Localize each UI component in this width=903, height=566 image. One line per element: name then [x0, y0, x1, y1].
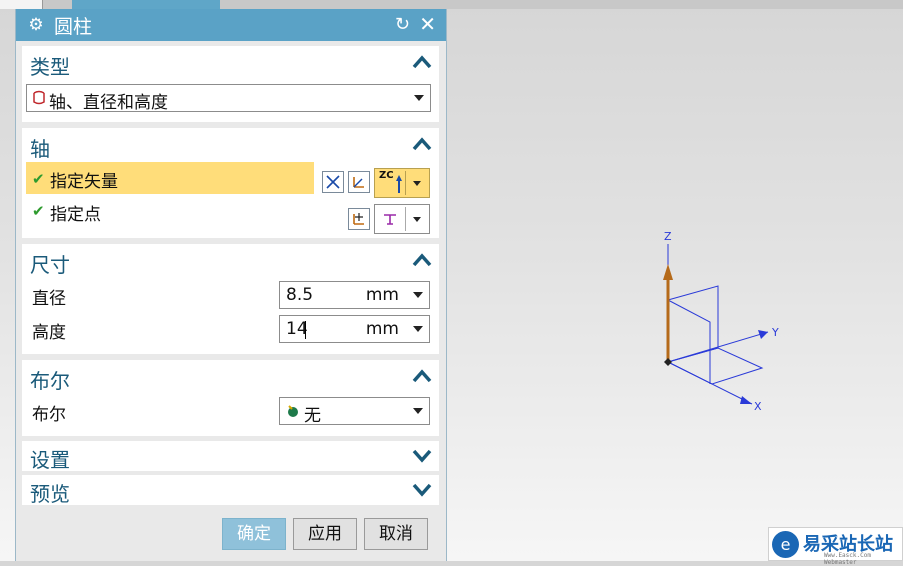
chevron-down-icon — [413, 217, 421, 222]
top-toolbar-strip — [0, 0, 903, 9]
close-icon[interactable]: ✕ — [419, 12, 436, 36]
xy-plane-outline — [666, 347, 764, 385]
point-dialog-button[interactable] — [348, 208, 370, 230]
ok-button[interactable]: 确定 — [222, 518, 286, 550]
boolean-label: 布尔 — [32, 405, 66, 425]
section-axis: 轴 ✔ 指定矢量 ZC ✔ 指定点 — [22, 128, 439, 238]
vector-arrow-icon[interactable] — [663, 264, 673, 280]
x-axis-label: X — [754, 400, 762, 413]
chevron-down-icon — [414, 95, 424, 101]
site-logo-icon: e — [772, 531, 799, 558]
section-boolean-header[interactable]: 布尔 — [22, 360, 439, 394]
section-settings[interactable]: 设置 — [22, 441, 439, 472]
section-type-header[interactable]: 类型 — [22, 46, 439, 80]
vector-type-label: ZC — [379, 170, 394, 181]
specify-vector-label: 指定矢量 — [50, 172, 118, 192]
specify-vector-row[interactable]: ✔ 指定矢量 — [26, 162, 314, 194]
diameter-value: 8.5 — [286, 285, 314, 305]
boolean-row: 布尔 无 — [22, 394, 439, 428]
watermark: e 易采站长站 Www.Easck.Com Webmaster — [768, 527, 903, 566]
dropdown-divider — [405, 171, 406, 195]
section-type: 类型 轴、直径和高度 — [22, 46, 439, 122]
height-unit[interactable]: mm — [366, 319, 399, 339]
checkmark-icon: ✔ — [32, 170, 45, 188]
vector-constructor-icon — [353, 177, 364, 188]
section-axis-header[interactable]: 轴 — [22, 128, 439, 162]
cancel-button[interactable]: 取消 — [364, 518, 428, 550]
section-title: 设置 — [30, 448, 70, 472]
point-constructor-icon — [353, 213, 364, 225]
chevron-down-icon[interactable] — [413, 292, 423, 298]
point-type-icon — [384, 214, 396, 225]
gear-icon: ⚙ — [28, 15, 44, 35]
apply-button[interactable]: 应用 — [293, 518, 357, 550]
boolean-value: 无 — [304, 406, 321, 426]
point-type-dropdown[interactable] — [374, 204, 430, 234]
section-title: 布尔 — [30, 369, 70, 393]
chevron-down-icon[interactable] — [411, 445, 433, 467]
chevron-up-icon[interactable] — [411, 250, 433, 272]
diameter-input[interactable]: 8.5 mm — [279, 281, 430, 309]
z-axis-label: Z — [664, 230, 672, 243]
height-label: 高度 — [32, 323, 66, 343]
boolean-select[interactable]: 无 — [279, 397, 430, 426]
origin-point-icon[interactable] — [664, 358, 672, 366]
diameter-row: 直径 8.5 mm — [22, 278, 439, 312]
chevron-down-icon[interactable] — [413, 326, 423, 332]
chevron-down-icon — [413, 408, 423, 414]
type-select[interactable]: 轴、直径和高度 — [26, 84, 431, 113]
reset-icon[interactable]: ↻ — [395, 14, 410, 35]
dropdown-divider — [405, 207, 406, 231]
specify-point-label: 指定点 — [50, 205, 101, 225]
text-cursor — [305, 321, 306, 339]
chevron-up-icon[interactable] — [411, 366, 433, 388]
y-arrow-icon — [758, 330, 768, 339]
chevron-up-icon[interactable] — [411, 134, 433, 156]
top-toolbar-left — [0, 0, 43, 9]
section-title: 类型 — [30, 55, 70, 79]
height-row: 高度 14 mm — [22, 312, 439, 346]
dialog-titlebar: ⚙ 圆柱 ↻ ✕ — [16, 9, 446, 41]
section-dimensions-header[interactable]: 尺寸 — [22, 244, 439, 278]
section-title: 预览 — [30, 482, 70, 506]
y-axis-label: Y — [771, 326, 779, 339]
section-title: 尺寸 — [30, 253, 70, 277]
dialog-title: 圆柱 — [54, 15, 93, 38]
section-preview[interactable]: 预览 — [22, 475, 439, 506]
watermark-sub: Www.Easck.Com Webmaster — [824, 552, 871, 566]
diameter-unit[interactable]: mm — [366, 285, 399, 305]
checkmark-icon: ✔ — [32, 202, 45, 220]
type-select-value: 轴、直径和高度 — [49, 93, 168, 113]
diameter-label: 直径 — [32, 289, 66, 309]
cylinder-type-icon — [33, 90, 45, 105]
reverse-direction-icon — [326, 175, 340, 189]
chevron-down-icon — [413, 181, 421, 186]
chevron-up-icon[interactable] — [411, 52, 433, 74]
yz-plane-outline — [667, 299, 711, 384]
vector-reverse-button[interactable] — [322, 171, 344, 193]
section-title: 轴 — [30, 137, 50, 161]
height-input[interactable]: 14 mm — [279, 315, 430, 343]
zc-arrow-icon — [396, 175, 402, 193]
coordinate-triad[interactable]: Z Y X — [620, 220, 800, 420]
active-ribbon-tab[interactable] — [72, 0, 220, 9]
boolean-none-icon — [288, 405, 298, 417]
vector-dialog-button[interactable] — [348, 171, 370, 193]
x-arrow-icon — [740, 396, 752, 404]
cylinder-dialog: ⚙ 圆柱 ↻ ✕ 类型 轴、直径和高度 轴 ✔ 指定矢量 ZC ✔ 指定点 尺寸… — [15, 9, 447, 561]
chevron-down-icon[interactable] — [411, 479, 433, 501]
section-dimensions: 尺寸 直径 8.5 mm 高度 14 mm — [22, 244, 439, 354]
section-boolean: 布尔 布尔 无 — [22, 360, 439, 436]
